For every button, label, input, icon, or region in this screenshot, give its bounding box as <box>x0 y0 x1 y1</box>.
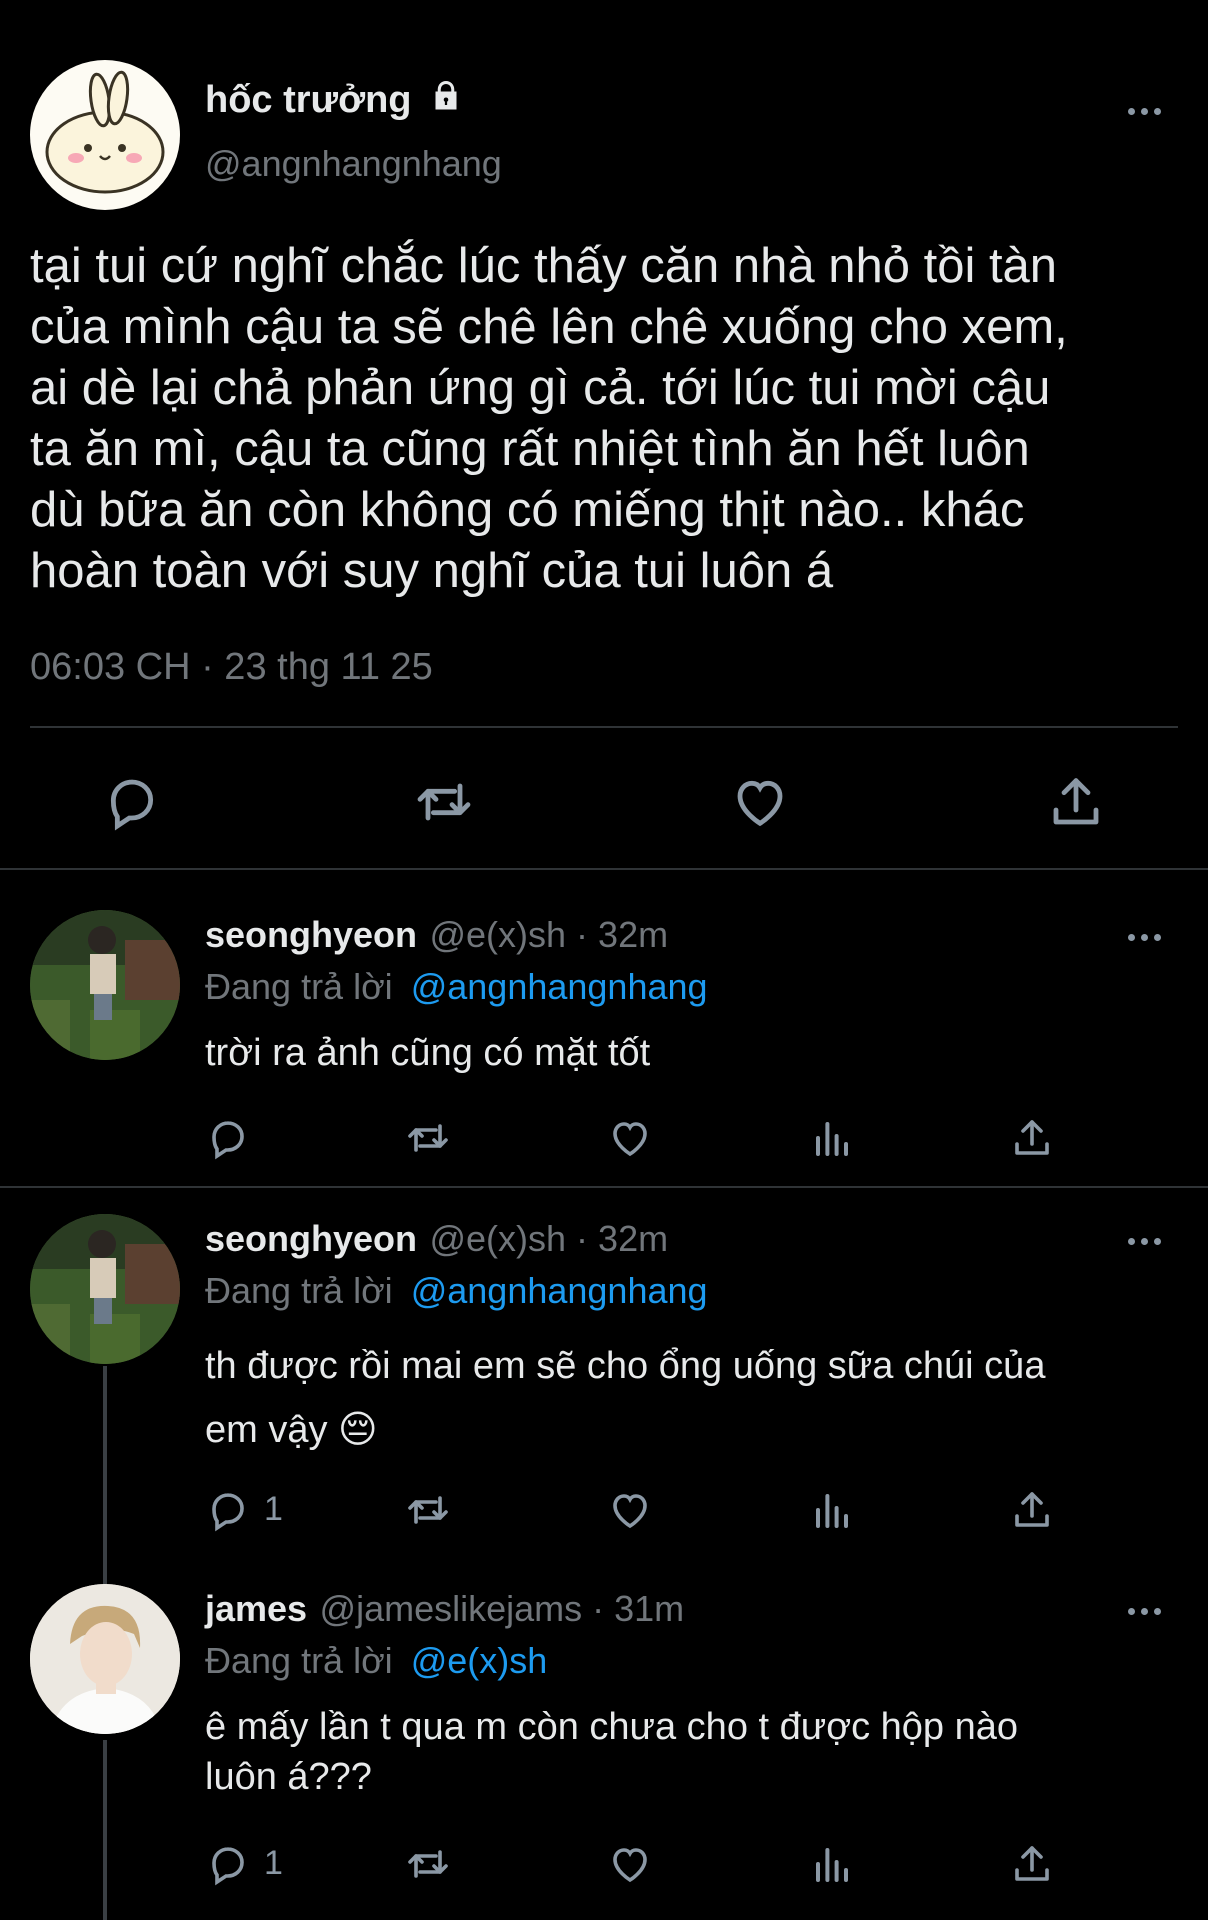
analytics-icon[interactable] <box>808 1840 856 1888</box>
reply-header: seonghyeon @e(x)sh · 32m <box>205 914 668 956</box>
reply-avatar[interactable] <box>30 1214 180 1364</box>
reply-header: james @jameslikejams · 31m <box>205 1588 684 1630</box>
reply-handle-time[interactable]: @e(x)sh · 32m <box>429 1218 668 1259</box>
reply-icon[interactable] <box>204 1486 252 1534</box>
like-icon[interactable] <box>728 770 792 834</box>
replying-to: Đang trả lời @e(x)sh <box>205 1640 547 1682</box>
reply-count: 1 <box>264 1844 283 1882</box>
reply-text: th được rồi mai em sẽ cho ổng uống sữa c… <box>205 1334 1165 1462</box>
like-icon[interactable] <box>606 1486 654 1534</box>
main-timestamp[interactable]: 06:03 CH · 23 thg 11 25 <box>30 646 433 689</box>
reply-avatar[interactable] <box>30 910 180 1060</box>
retweet-icon[interactable] <box>404 1114 452 1162</box>
main-avatar[interactable] <box>30 60 180 210</box>
retweet-icon[interactable] <box>404 1486 452 1534</box>
replying-prefix: Đang trả lời <box>205 1270 393 1311</box>
reply-text-line: em vậy 😔 <box>205 1409 378 1451</box>
reply-icon[interactable] <box>204 1840 252 1888</box>
reply-icon[interactable] <box>204 1114 252 1162</box>
main-tweet-line: tại tui cứ nghĩ chắc lúc thấy căn nhà nh… <box>30 239 1058 293</box>
reply-more-menu-icon[interactable] <box>1128 1231 1168 1251</box>
like-icon[interactable] <box>606 1840 654 1888</box>
thread-line <box>103 1366 107 1586</box>
main-tweet-line: ta ăn mì, cậu ta cũng rất nhiệt tình ăn … <box>30 422 1030 476</box>
reply-handle-time[interactable]: @jameslikejams · 31m <box>320 1588 685 1629</box>
replying-to-link[interactable]: @angnhangnhang <box>411 966 708 1007</box>
main-tweet-line: dù bữa ăn còn không có miếng thịt nào.. … <box>30 483 1025 537</box>
reply-text-line: ê mấy lần t qua m còn chưa cho t được hộ… <box>205 1706 1019 1748</box>
main-tweet-line: hoàn toàn với suy nghĩ của tui luôn á <box>30 544 834 598</box>
reply-count: 1 <box>264 1490 283 1528</box>
reply-display-name[interactable]: seonghyeon <box>205 914 417 955</box>
main-tweet-line: của mình cậu ta sẽ chê lên chê xuống cho… <box>30 300 1068 354</box>
replying-to-link[interactable]: @e(x)sh <box>411 1640 548 1681</box>
replying-prefix: Đang trả lời <box>205 966 393 1007</box>
reply-handle-time[interactable]: @e(x)sh · 32m <box>429 914 668 955</box>
reply-display-name[interactable]: james <box>205 1588 307 1629</box>
share-icon[interactable] <box>1044 770 1108 834</box>
retweet-icon[interactable] <box>404 1840 452 1888</box>
reply-text: trời ra ảnh cũng có mặt tốt <box>205 1032 651 1074</box>
reply-divider <box>0 1186 1208 1188</box>
share-icon[interactable] <box>1008 1840 1056 1888</box>
main-more-menu-icon[interactable] <box>1128 101 1168 121</box>
reply-header: seonghyeon @e(x)sh · 32m <box>205 1218 668 1260</box>
lock-icon <box>428 78 464 124</box>
main-tweet-line: ai dè lại chả phản ứng gì cả. tới lúc tu… <box>30 361 1051 415</box>
reply-text-line: th được rồi mai em sẽ cho ổng uống sữa c… <box>205 1345 1046 1387</box>
replying-prefix: Đang trả lời <box>205 1640 393 1681</box>
main-display-name[interactable]: hốc trưởng <box>205 78 464 124</box>
reply-more-menu-icon[interactable] <box>1128 927 1168 947</box>
reply-display-name[interactable]: seonghyeon <box>205 1218 417 1259</box>
replying-to-link[interactable]: @angnhangnhang <box>411 1270 708 1311</box>
thread-line <box>103 1740 107 1920</box>
replying-to: Đang trả lời @angnhangnhang <box>205 1270 708 1312</box>
section-divider <box>0 868 1208 870</box>
reply-text-line: luôn á??? <box>205 1756 372 1798</box>
main-handle[interactable]: @angnhangnhang <box>205 143 502 185</box>
analytics-icon[interactable] <box>808 1114 856 1162</box>
main-divider <box>30 726 1178 728</box>
like-icon[interactable] <box>606 1114 654 1162</box>
reply-avatar[interactable] <box>30 1584 180 1734</box>
reply-icon[interactable] <box>100 770 164 834</box>
analytics-icon[interactable] <box>808 1486 856 1534</box>
share-icon[interactable] <box>1008 1486 1056 1534</box>
reply-more-menu-icon[interactable] <box>1128 1601 1168 1621</box>
main-display-name-text[interactable]: hốc trưởng <box>205 79 412 121</box>
reply-text: ê mấy lần t qua m còn chưa cho t được hộ… <box>205 1702 1165 1802</box>
replying-to: Đang trả lời @angnhangnhang <box>205 966 708 1008</box>
share-icon[interactable] <box>1008 1114 1056 1162</box>
main-tweet-text: tại tui cứ nghĩ chắc lúc thấy căn nhà nh… <box>30 236 1190 602</box>
retweet-icon[interactable] <box>412 770 476 834</box>
